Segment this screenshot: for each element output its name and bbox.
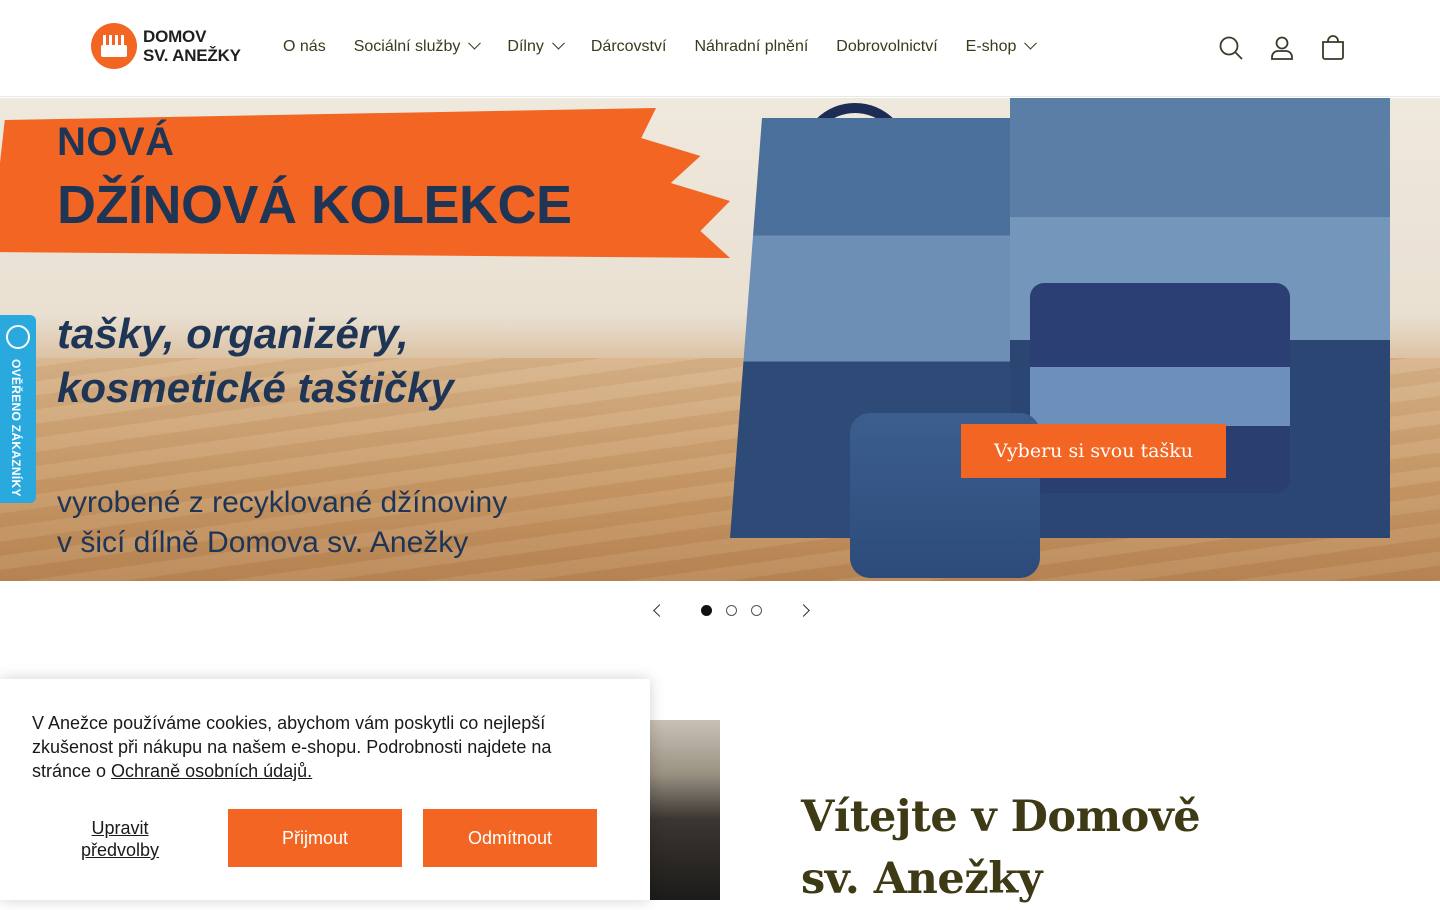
hero-footer-line1: vyrobené z recyklované džínoviny [57, 486, 508, 519]
cookie-reject-button[interactable]: Odmítnout [423, 809, 597, 867]
logo-text: DOMOV SV. ANEŽKY [143, 27, 241, 65]
nav-item-dobrovolnictvi[interactable]: Dobrovolnictví [836, 38, 937, 56]
logo[interactable]: DOMOV SV. ANEŽKY [91, 23, 241, 69]
search-icon[interactable] [1216, 33, 1246, 63]
hero-slide: NOVÁ DŽÍNOVÁ KOLEKCE tašky, organizéry, … [0, 98, 1440, 581]
chevron-left-icon[interactable] [653, 603, 666, 617]
verified-customers-tab[interactable]: OVĚŘENO ZÁKAZNÍKY [0, 315, 36, 503]
hero-cta-button[interactable]: Vyberu si svou tašku [961, 424, 1226, 478]
verified-badge-icon [6, 325, 30, 349]
header-icons [1216, 33, 1369, 63]
hero-subtitle-line2: kosmetické taštičky [57, 364, 454, 411]
welcome-title: Vítejte v Domově sv. Anežky [801, 792, 1201, 904]
cookie-banner: V Anežce používáme cookies, abychom vám … [0, 679, 650, 900]
slide-dot-3[interactable] [751, 604, 762, 616]
welcome-image [650, 720, 720, 900]
nav-item-nahradni-plneni[interactable]: Náhradní plnění [694, 38, 808, 56]
hero-subtitle-line1: tašky, organizéry, [57, 310, 409, 357]
chevron-down-icon [1024, 36, 1038, 50]
cart-icon[interactable] [1318, 33, 1348, 63]
cookie-preferences-link[interactable]: Upravit předvolby [60, 817, 180, 861]
chevron-down-icon [551, 36, 565, 50]
chevron-down-icon [468, 36, 482, 50]
hero-title-line1: NOVÁ [57, 120, 175, 164]
slider-controls [650, 600, 810, 620]
verified-label: OVĚŘENO ZÁKAZNÍKY [9, 359, 23, 497]
cookie-text: V Anežce používáme cookies, abychom vám … [32, 713, 552, 781]
account-icon[interactable] [1267, 33, 1297, 63]
cookie-accept-button[interactable]: Přijmout [228, 809, 402, 867]
slide-dot-1[interactable] [701, 604, 712, 616]
nav-item-o-nas[interactable]: O nás [283, 38, 326, 56]
logo-icon [91, 23, 137, 69]
slide-dot-2[interactable] [726, 604, 737, 616]
nav-item-socialni-sluzby[interactable]: Sociální služby [354, 36, 482, 56]
site-header: DOMOV SV. ANEŽKY O nás Sociální služby D… [0, 0, 1440, 97]
hero-footer-line2: v šicí dílně Domova sv. Anežky [57, 526, 469, 559]
nav-item-dilny[interactable]: Dílny [507, 36, 565, 56]
main-nav: O nás Sociální služby Dílny Dárcovství N… [283, 36, 1063, 56]
privacy-link[interactable]: Ochraně osobních údajů. [111, 761, 312, 781]
nav-item-darcovstvi[interactable]: Dárcovství [591, 38, 667, 56]
nav-item-e-shop[interactable]: E-shop [966, 36, 1038, 56]
chevron-right-icon[interactable] [797, 603, 810, 617]
hero-title-line2: DŽÍNOVÁ KOLEKCE [57, 175, 572, 235]
